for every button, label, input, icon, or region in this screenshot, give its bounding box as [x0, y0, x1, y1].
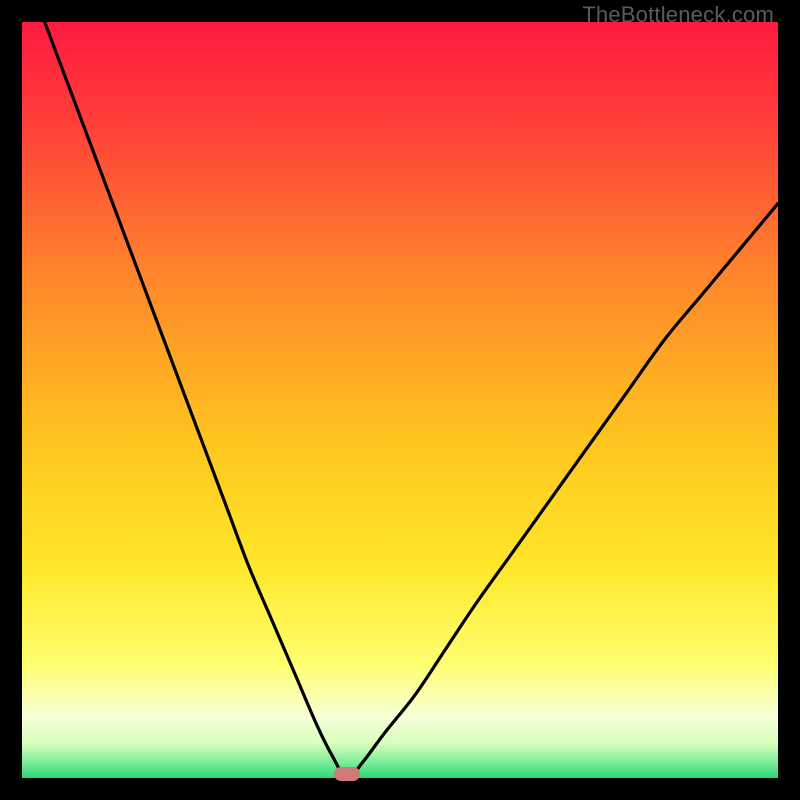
- watermark-text: TheBottleneck.com: [582, 2, 774, 28]
- chart-frame: [22, 22, 778, 778]
- optimal-point-marker: [334, 767, 360, 781]
- bottleneck-chart: [22, 22, 778, 778]
- gradient-background: [22, 22, 778, 778]
